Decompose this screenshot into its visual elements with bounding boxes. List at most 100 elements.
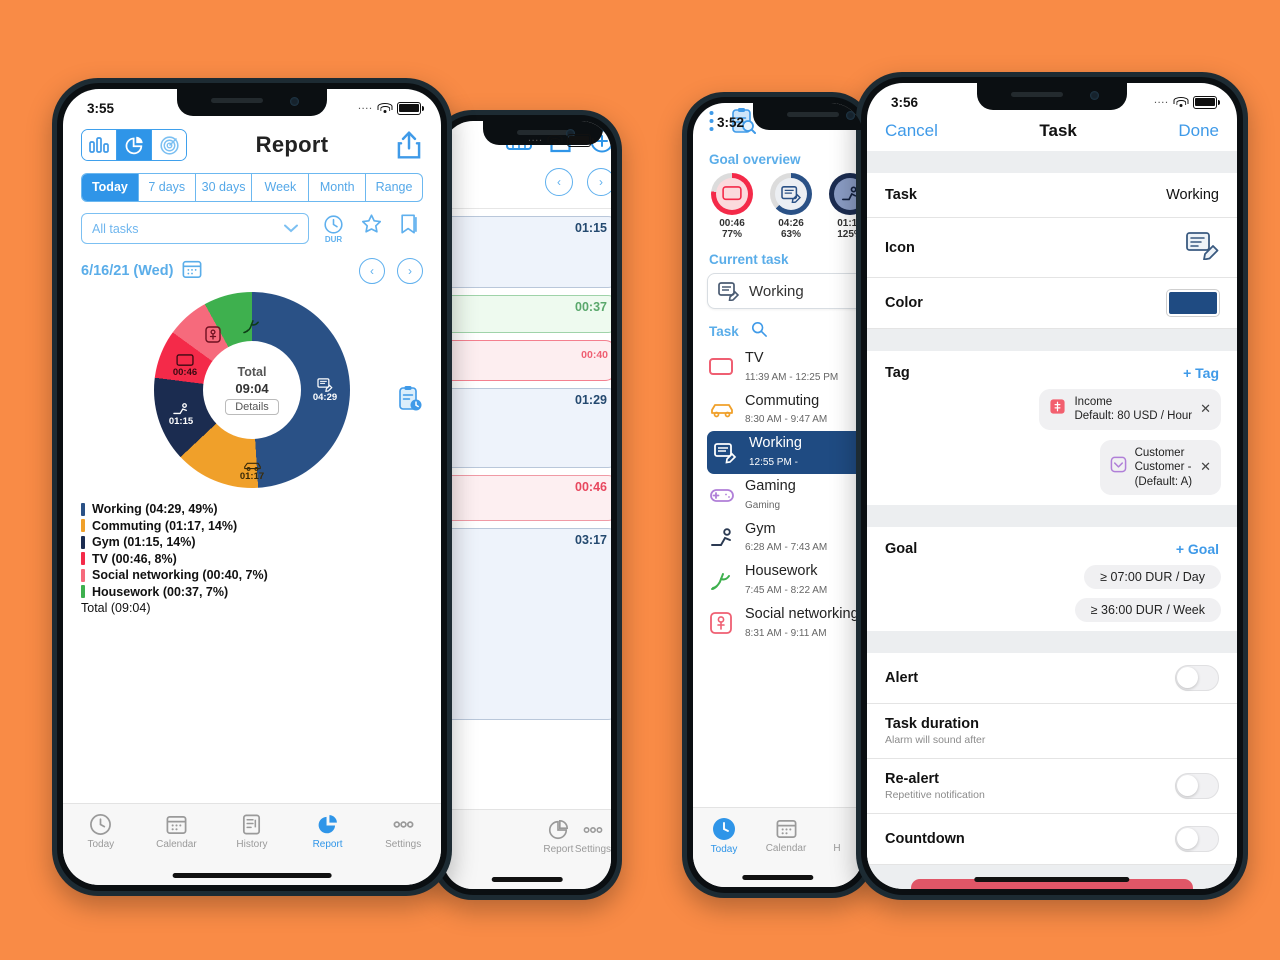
tab-30days[interactable]: 30 days — [196, 174, 253, 201]
task-name: Social networking — [745, 606, 859, 623]
alert-toggle[interactable] — [1175, 664, 1219, 691]
bookmark-icon[interactable] — [396, 213, 423, 244]
phone1-screen: 3:55 ···· Report Today 7 days 30 days We… — [63, 89, 441, 885]
legend-swatch — [81, 502, 85, 516]
calendar-event[interactable]: 00:37 — [443, 295, 611, 333]
target-icon[interactable] — [152, 130, 186, 160]
calendar-icon[interactable] — [182, 259, 202, 283]
battery-icon — [397, 101, 424, 115]
row-task[interactable]: Task Working — [867, 173, 1237, 218]
tab-history[interactable]: History — [214, 813, 290, 850]
goal-item[interactable]: 00:46 77% — [707, 173, 757, 240]
remove-tag-icon[interactable]: ✕ — [1200, 459, 1211, 475]
legend-swatch — [81, 585, 85, 598]
working-icon[interactable] — [1185, 230, 1219, 265]
tab-history[interactable]: H — [817, 817, 857, 887]
tab-label: Today — [710, 844, 738, 855]
social-icon — [710, 612, 732, 635]
tab-calendar[interactable]: Calendar — [139, 813, 215, 850]
tab-settings[interactable]: Settings — [575, 819, 611, 889]
row-icon[interactable]: Icon — [867, 218, 1237, 278]
phone3-statusbar: 3:52 — [693, 103, 863, 137]
calendar-event[interactable]: Social n... 00:40 8:31 AM - 9:11 AM — [443, 340, 611, 381]
tab-range[interactable]: Range — [366, 174, 422, 201]
search-icon[interactable] — [751, 321, 767, 342]
list-item[interactable]: Social networking 8:31 AM - 9:11 AM — [707, 602, 863, 645]
row-sublabel: Repetitive notification — [885, 788, 985, 801]
row-value: Working — [1166, 187, 1219, 203]
calendar-event[interactable]: 01:15 — [443, 216, 611, 288]
donut-chart[interactable]: Total 09:04 Details 04:29 01:17 01:15 00… — [154, 292, 350, 488]
chart-legend: Working (04:29, 49%) Commuting (01:17, 1… — [81, 502, 423, 615]
phone1-statusbar: 3:55 ···· — [63, 89, 441, 123]
phone-calendar: 3:00 ···· dar — [432, 110, 622, 900]
task-filter-select[interactable]: All tasks — [81, 213, 309, 244]
task-time: 6:28 AM - 7:43 AM — [745, 542, 828, 554]
add-tag-button[interactable]: + Tag — [1183, 365, 1219, 381]
add-goal-button[interactable]: + Goal — [1176, 541, 1219, 557]
row-task-duration[interactable]: Task duration Alarm will sound after — [867, 703, 1237, 759]
goal-value: 04:26 — [778, 218, 804, 229]
pie-chart-icon[interactable] — [117, 130, 152, 160]
list-item[interactable]: TV 11:39 AM - 12:25 PM — [707, 346, 863, 389]
calendar-event[interactable]: 03:17 (B) - Customer — [443, 528, 611, 720]
cancel-button[interactable]: Cancel — [885, 121, 938, 141]
tab-week[interactable]: Week — [252, 174, 310, 201]
clipboard-clock-icon[interactable] — [397, 385, 423, 418]
status-time: 3:56 — [891, 94, 919, 110]
goal-chip[interactable]: ≥ 36:00 DUR / Week — [1074, 597, 1221, 622]
calendar-next-button[interactable]: › — [587, 168, 611, 196]
row-color[interactable]: Color — [867, 278, 1237, 329]
row-realert[interactable]: Re-alert Repetitive notification — [867, 758, 1237, 814]
goal-overview-label: Goal overview — [709, 152, 801, 167]
tab-today[interactable]: Today — [63, 813, 139, 850]
countdown-toggle[interactable] — [1175, 825, 1219, 852]
prev-date-button[interactable]: ‹ — [359, 258, 385, 284]
calendar-prev-button[interactable]: ‹ — [545, 168, 573, 196]
row-label: Task duration — [885, 715, 979, 732]
calendar-event[interactable]: 00:46 — [443, 475, 611, 521]
slice-value: 01:15 — [168, 416, 194, 427]
goal-item[interactable]: 04:26 63% — [766, 173, 816, 240]
color-swatch[interactable] — [1167, 290, 1219, 316]
tag-chip[interactable]: Customer Customer - (Default: A) ✕ — [1099, 439, 1221, 495]
list-item[interactable]: Commuting 8:30 AM - 9:47 AM — [707, 389, 863, 432]
realert-toggle[interactable] — [1175, 772, 1219, 799]
row-alert[interactable]: Alert — [867, 652, 1237, 704]
list-item[interactable]: Housework 7:45 AM - 8:22 AM — [707, 559, 863, 602]
slice-value: 04:29 — [312, 392, 338, 403]
row-countdown[interactable]: Countdown — [867, 813, 1237, 865]
list-item[interactable]: Gym 6:28 AM - 7:43 AM — [707, 517, 863, 560]
task-time: 12:55 PM - — [749, 457, 798, 469]
tag-chip[interactable]: Income Default: 80 USD / Hour ✕ — [1039, 389, 1221, 430]
legend-label: Housework (00:37, 7%) — [92, 584, 229, 599]
home-indicator — [742, 875, 814, 880]
task-time: 7:45 AM - 8:22 AM — [745, 585, 828, 597]
bar-chart-icon[interactable] — [82, 130, 117, 160]
current-task-label: Current task — [709, 252, 789, 267]
remove-tag-icon[interactable]: ✕ — [1200, 401, 1211, 417]
phone4-statusbar: 3:56 ···· — [867, 83, 1237, 117]
duration-icon[interactable]: DUR — [320, 214, 347, 244]
details-button[interactable]: Details — [225, 399, 279, 415]
tab-month[interactable]: Month — [309, 174, 367, 201]
legend-swatch — [81, 519, 85, 532]
done-button[interactable]: Done — [1178, 121, 1219, 141]
tab-7days[interactable]: 7 days — [139, 174, 196, 201]
next-date-button[interactable]: › — [397, 258, 423, 284]
tab-today[interactable]: Today — [82, 174, 139, 201]
gamepad-icon — [710, 489, 734, 503]
section-gap — [867, 151, 1237, 173]
calendar-event[interactable]: 01:29 (A) - Customer — [443, 388, 611, 468]
star-icon[interactable] — [358, 213, 385, 244]
goal-chip[interactable]: ≥ 07:00 DUR / Day — [1084, 564, 1221, 589]
share-icon[interactable] — [397, 131, 423, 159]
event-duration: 03:17 — [575, 533, 607, 547]
current-task-box[interactable]: Working — [707, 273, 863, 309]
tag-default: (Default: A) — [1134, 475, 1193, 488]
tab-report[interactable]: Report — [290, 813, 366, 850]
tab-settings[interactable]: Settings — [365, 813, 441, 850]
list-item[interactable]: Gaming Gaming — [707, 474, 863, 517]
list-item[interactable]: Working 12:55 PM - — [707, 431, 863, 475]
working-icon — [714, 442, 737, 464]
